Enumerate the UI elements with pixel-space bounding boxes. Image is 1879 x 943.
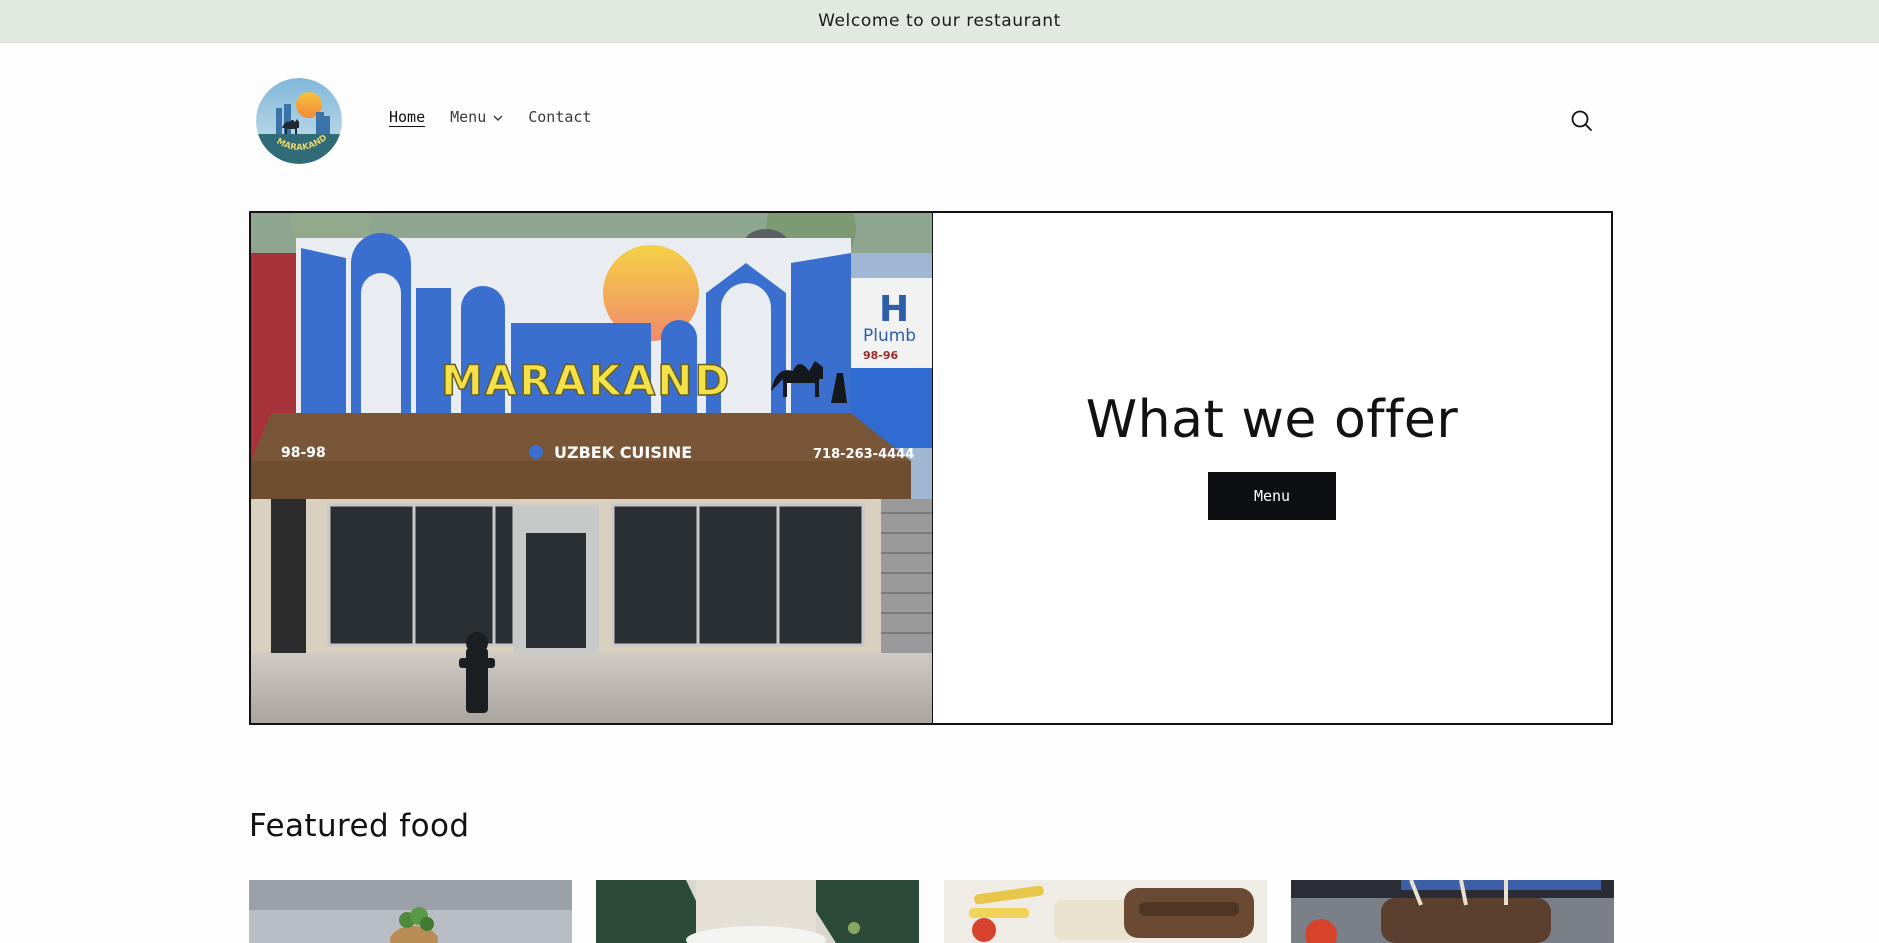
announcement-text: Welcome to our restaurant — [818, 11, 1061, 31]
nav-home[interactable]: Home — [389, 108, 425, 126]
dish-4-image — [1291, 880, 1614, 943]
dish-2-image — [596, 880, 919, 943]
hero-title: What we offer — [1085, 390, 1459, 450]
featured-card-3[interactable] — [944, 880, 1267, 943]
dish-1-image — [249, 880, 572, 943]
awning-text: UZBEK CUISINE — [554, 443, 692, 462]
search-icon — [1571, 110, 1592, 131]
chevron-down-icon — [493, 108, 503, 126]
nav-contact-label: Contact — [528, 108, 592, 126]
main-nav: Home Menu Contact — [389, 108, 616, 126]
featured-card-4[interactable] — [1291, 880, 1614, 943]
awning-phone: 718-263-4444 — [813, 447, 914, 462]
nav-contact[interactable]: Contact — [528, 108, 591, 126]
nav-menu-label: Menu — [450, 108, 487, 126]
featured-title: Featured food — [249, 808, 470, 844]
neighbor-address: 98-96 — [863, 349, 899, 362]
announcement-bar: Welcome to our restaurant — [0, 0, 1879, 43]
neighbor-sign-text: Plumb — [863, 326, 916, 346]
storefront-image: MARAKAND H Plumb 98-96 98-98 UZBEK CUISI… — [251, 213, 933, 723]
storefront-sign-text: MARAKAND — [441, 356, 731, 405]
featured-card-2[interactable] — [596, 880, 919, 943]
featured-card-1[interactable] — [249, 880, 572, 943]
hero-section: MARAKAND H Plumb 98-96 98-98 UZBEK CUISI… — [249, 211, 1613, 725]
hero-content: What we offer Menu — [933, 213, 1611, 723]
awning-address: 98-98 — [281, 445, 326, 461]
nav-menu[interactable]: Menu — [450, 108, 503, 126]
marakand-logo-icon: MARAKAND — [256, 78, 342, 164]
menu-button[interactable]: Menu — [1208, 472, 1336, 520]
dish-3-image — [944, 880, 1267, 943]
site-logo[interactable]: MARAKAND — [256, 78, 342, 164]
search-button[interactable] — [1568, 107, 1596, 135]
nav-home-label: Home — [389, 108, 426, 126]
svg-text:H: H — [879, 289, 909, 330]
